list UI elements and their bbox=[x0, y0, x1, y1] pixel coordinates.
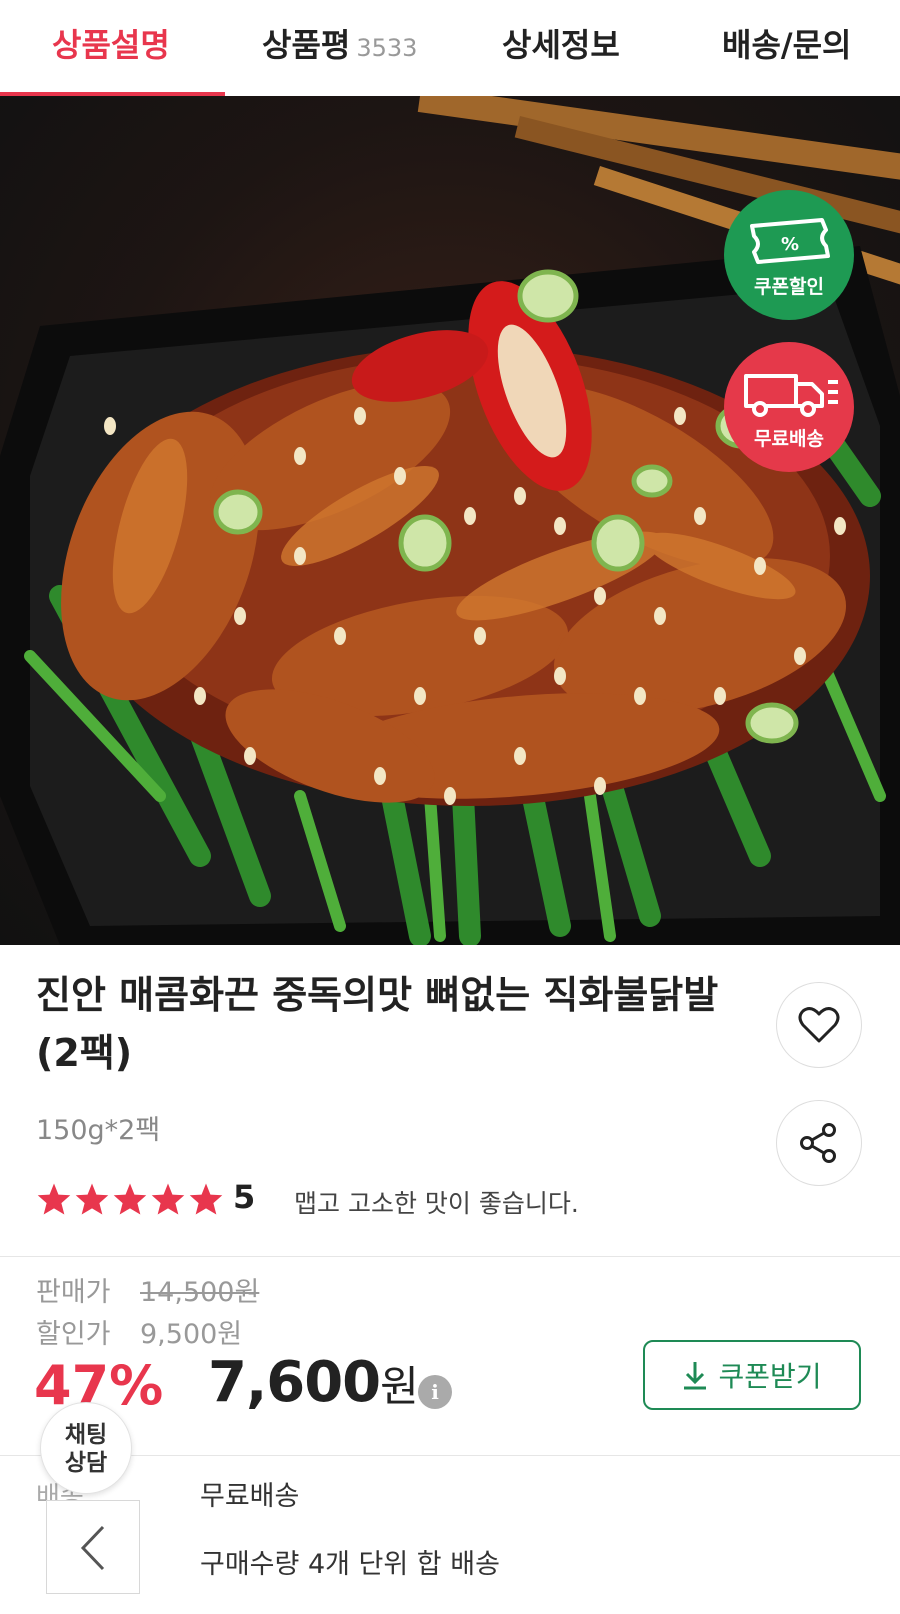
discount-price-row: 할인가 9,500원 bbox=[36, 1312, 242, 1351]
free-shipping-badge[interactable]: 무료배송 bbox=[724, 342, 854, 472]
final-price: 7,600원 bbox=[208, 1350, 419, 1415]
discount-price: 9,500원 bbox=[140, 1319, 243, 1350]
tab-bar: 상품설명 상품평 3533 상세정보 배송/문의 bbox=[0, 0, 900, 98]
tab-product-description[interactable]: 상품설명 bbox=[52, 0, 170, 96]
tab-shipping-inquiry[interactable]: 배송/문의 bbox=[722, 0, 851, 96]
info-icon[interactable]: i bbox=[418, 1375, 452, 1409]
back-button[interactable] bbox=[46, 1500, 140, 1594]
divider bbox=[0, 1455, 900, 1456]
share-button[interactable] bbox=[776, 1100, 862, 1186]
star-rating bbox=[36, 1182, 224, 1216]
final-price-unit: 원 bbox=[380, 1362, 419, 1411]
coupon-discount-badge[interactable]: % 쿠폰할인 bbox=[724, 190, 854, 320]
tab-label: 상세정보 bbox=[502, 26, 620, 64]
sale-price-label: 판매가 bbox=[36, 1277, 111, 1308]
star-icon bbox=[113, 1183, 147, 1215]
coupon-badge-label: 쿠폰할인 bbox=[754, 276, 824, 298]
heart-icon bbox=[798, 1007, 840, 1043]
tab-label: 배송/문의 bbox=[722, 26, 852, 64]
product-title: 진안 매콤화끈 중독의맛 뼈없는 직화불닭발 (2팩) bbox=[36, 973, 719, 1075]
discount-price-label: 할인가 bbox=[36, 1319, 111, 1350]
original-price: 14,500원 bbox=[140, 1277, 260, 1308]
download-icon bbox=[684, 1362, 707, 1390]
shipping-badge-label: 무료배송 bbox=[754, 428, 824, 450]
product-image-carousel[interactable]: % 쿠폰할인 무료배송 bbox=[0, 96, 900, 945]
tab-reviews[interactable]: 상품평 3533 bbox=[262, 0, 417, 96]
final-price-amount: 7,600 bbox=[208, 1350, 381, 1415]
shipping-value: 무료배송 bbox=[200, 1481, 300, 1512]
coupon-button-label: 쿠폰받기 bbox=[718, 1360, 822, 1393]
review-snippet[interactable]: 맵고 고소한 맛이 좋습니다. bbox=[294, 1184, 579, 1220]
tab-label: 상품평 bbox=[262, 26, 351, 64]
tab-label: 상품설명 bbox=[52, 26, 170, 64]
divider bbox=[0, 1256, 900, 1257]
get-coupon-button[interactable]: 쿠폰받기 bbox=[643, 1340, 861, 1410]
tab-details[interactable]: 상세정보 bbox=[502, 0, 620, 96]
product-weight: 150g*2팩 bbox=[36, 1115, 161, 1146]
wishlist-button[interactable] bbox=[776, 982, 862, 1068]
chat-label-line2: 상담 bbox=[64, 1450, 108, 1476]
coupon-icon-text: % bbox=[781, 234, 799, 255]
share-icon bbox=[800, 1123, 836, 1163]
star-icon bbox=[75, 1183, 109, 1215]
star-icon bbox=[151, 1183, 185, 1215]
chevron-left-icon bbox=[80, 1525, 105, 1571]
coupon-icon: % bbox=[750, 218, 830, 264]
star-icon bbox=[189, 1183, 223, 1215]
review-count: 3533 bbox=[356, 34, 418, 62]
chat-consult-button[interactable]: 채팅 상담 bbox=[40, 1402, 132, 1494]
truck-icon bbox=[744, 374, 838, 417]
rating-score: 5 bbox=[233, 1178, 256, 1216]
sale-price-row: 판매가 14,500원 bbox=[36, 1270, 259, 1309]
shipping-note: 구매수량 4개 단위 합 배송 bbox=[200, 1549, 500, 1580]
star-icon bbox=[37, 1183, 71, 1215]
chat-label-line1: 채팅 bbox=[64, 1422, 108, 1448]
